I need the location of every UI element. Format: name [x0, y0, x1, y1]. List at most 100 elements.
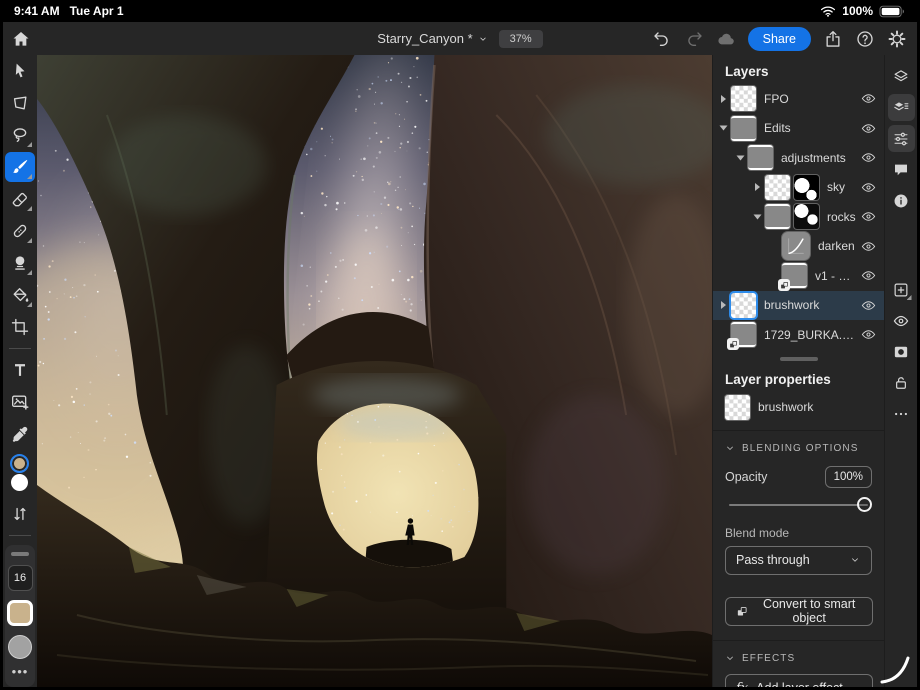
toolbar-divider	[9, 535, 31, 536]
effects-header[interactable]: EFFECTS	[713, 641, 884, 668]
foreground-color-swatch[interactable]	[10, 454, 29, 473]
panel-taskbar	[884, 55, 917, 687]
layer-properties-title: Layer properties	[713, 366, 884, 395]
lasso-tool[interactable]	[5, 120, 35, 150]
settings-gear-button[interactable]	[883, 25, 911, 53]
visibility-eye-icon[interactable]	[861, 182, 876, 193]
smart-object-icon	[736, 604, 748, 619]
disclosure-triangle[interactable]	[737, 155, 745, 160]
place-image-tool[interactable]	[5, 387, 35, 417]
battery-percent: 100%	[842, 4, 873, 18]
more-options-button[interactable]: •••	[12, 668, 29, 676]
layers-panel-icon[interactable]	[888, 94, 915, 121]
opacity-slider[interactable]	[729, 496, 868, 514]
layers-stack-icon[interactable]	[888, 63, 915, 90]
opacity-value[interactable]: 100%	[825, 466, 872, 488]
top-toolbar: Starry_Canyon * 37% Share	[3, 22, 917, 55]
visibility-eye-icon[interactable]	[861, 241, 876, 252]
zoom-level-badge[interactable]: 37%	[499, 30, 543, 48]
clock: 9:41 AM	[14, 4, 60, 18]
layer-thumbnail	[748, 145, 773, 170]
type-tool[interactable]	[5, 355, 35, 385]
disclosure-triangle[interactable]	[721, 95, 726, 103]
options-drag-handle[interactable]	[11, 552, 29, 556]
visibility-eye-icon[interactable]	[861, 270, 876, 281]
home-button[interactable]	[7, 25, 35, 53]
visibility-eye-icon[interactable]	[861, 329, 876, 340]
disclosure-triangle[interactable]	[754, 214, 762, 219]
layer-name: brushwork	[764, 298, 857, 312]
layer-row[interactable]: FPO	[713, 84, 884, 114]
opacity-label: Opacity	[725, 470, 767, 484]
crop-tool[interactable]	[5, 312, 35, 342]
layer-name: darken	[818, 239, 857, 253]
blending-options-header[interactable]: BLENDING OPTIONS	[713, 431, 884, 458]
export-icon[interactable]	[819, 25, 847, 53]
panel-drag-handle[interactable]	[780, 357, 818, 361]
lock-icon[interactable]	[888, 369, 915, 396]
layer-row[interactable]: brushwork	[713, 291, 884, 321]
layer-row[interactable]: adjustments	[713, 143, 884, 173]
corner-gesture-indicator	[879, 653, 913, 685]
brush-tool[interactable]	[5, 152, 35, 182]
cloud-sync-icon[interactable]	[712, 25, 740, 53]
eyedropper-tool[interactable]	[5, 419, 35, 449]
layer-name: Edits	[764, 121, 857, 135]
chevron-down-icon	[725, 653, 735, 663]
info-icon[interactable]	[888, 187, 915, 214]
layers-panel-title: Layers	[713, 55, 884, 84]
chevron-down-icon	[477, 33, 489, 45]
canvas-image[interactable]	[37, 55, 712, 687]
visibility-eye-icon[interactable]	[861, 152, 876, 163]
properties-layer-row: brushwork	[713, 395, 884, 431]
brush-opacity-control[interactable]	[8, 635, 32, 659]
background-color-swatch[interactable]	[11, 474, 28, 491]
disclosure-triangle[interactable]	[720, 126, 728, 131]
layer-row[interactable]: darken	[713, 232, 884, 262]
visibility-eye-icon[interactable]	[861, 211, 876, 222]
layer-row[interactable]: 1729_BURKA...anced-NR33	[713, 320, 884, 350]
clone-stamp-tool[interactable]	[5, 248, 35, 278]
move-tool[interactable]	[5, 56, 35, 86]
toolbar-divider	[9, 348, 31, 349]
layer-thumbnail	[765, 204, 790, 229]
blend-mode-dropdown[interactable]: Pass through	[725, 546, 872, 575]
layer-name: FPO	[764, 92, 857, 106]
visibility-eye-icon[interactable]	[861, 300, 876, 311]
transform-tool[interactable]	[5, 88, 35, 118]
more-icon[interactable]	[888, 400, 915, 427]
visibility-eye-icon[interactable]	[861, 123, 876, 134]
visibility-icon[interactable]	[888, 307, 915, 334]
layer-row[interactable]: v1 - %60	[713, 261, 884, 291]
add-layer-effect-button[interactable]: fx Add layer effect	[725, 674, 873, 688]
share-button[interactable]: Share	[748, 27, 811, 51]
add-layer-icon[interactable]	[888, 276, 915, 303]
layers-panel: Layers FPO Edits adjustmentsskyrocks darken…	[712, 55, 884, 687]
brush-color-swatch[interactable]	[7, 600, 33, 626]
comments-icon[interactable]	[888, 156, 915, 183]
opacity-slider-knob[interactable]	[857, 497, 872, 512]
disclosure-triangle[interactable]	[755, 183, 760, 191]
chevron-down-icon	[725, 443, 735, 453]
document-title[interactable]: Starry_Canyon *	[377, 31, 488, 46]
convert-to-smart-object-button[interactable]: Convert to smart object	[725, 597, 873, 626]
redo-button[interactable]	[680, 25, 708, 53]
layer-row[interactable]: sky	[713, 173, 884, 203]
adjustment-curves-thumbnail	[782, 232, 810, 260]
disclosure-triangle[interactable]	[721, 301, 726, 309]
help-button[interactable]	[851, 25, 879, 53]
layer-thumbnail	[731, 86, 756, 111]
layer-name: 1729_BURKA...anced-NR33	[764, 328, 857, 342]
layer-row[interactable]: rocks	[713, 202, 884, 232]
undo-button[interactable]	[648, 25, 676, 53]
eraser-tool[interactable]	[5, 184, 35, 214]
swap-colors-button[interactable]	[5, 499, 35, 529]
fill-tool[interactable]	[5, 280, 35, 310]
brush-size-field[interactable]: 16	[8, 565, 33, 591]
chevron-down-icon	[849, 554, 861, 566]
visibility-eye-icon[interactable]	[861, 93, 876, 104]
healing-brush-tool[interactable]	[5, 216, 35, 246]
adjustments-icon[interactable]	[888, 125, 915, 152]
layer-row[interactable]: Edits	[713, 114, 884, 144]
mask-icon[interactable]	[888, 338, 915, 365]
